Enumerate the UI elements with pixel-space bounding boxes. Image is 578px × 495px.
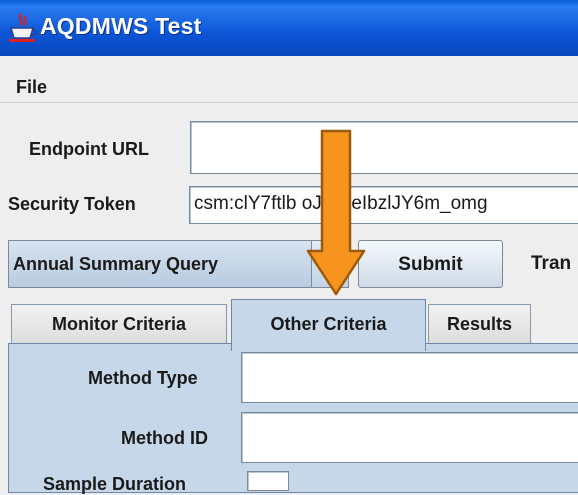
- tab-label: Results: [446, 314, 513, 334]
- method-type-field[interactable]: [241, 352, 578, 403]
- transfer-label: Tran: [531, 253, 572, 274]
- security-token-label: Security Token: [8, 194, 136, 214]
- submit-label: Submit: [398, 254, 463, 275]
- window-title: AQDMWS Test: [40, 13, 202, 39]
- endpoint-url-label: Endpoint URL: [29, 139, 149, 159]
- title-bar[interactable]: AQDMWS Test: [0, 0, 578, 56]
- tab-label: Monitor Criteria: [51, 314, 186, 334]
- tab-other-criteria[interactable]: Other Criteria: [231, 299, 426, 351]
- sample-duration-field[interactable]: [247, 471, 289, 491]
- tab-label: Other Criteria: [270, 314, 387, 334]
- menu-bar: [0, 56, 578, 103]
- java-cup-icon: [9, 13, 38, 42]
- dropdown-arrow-button[interactable]: [311, 241, 348, 287]
- method-id-field[interactable]: [241, 412, 578, 463]
- tab-results[interactable]: Results: [428, 304, 531, 344]
- endpoint-url-field[interactable]: [190, 121, 578, 174]
- query-type-value: Annual Summary Query: [13, 254, 219, 274]
- menu-file[interactable]: File: [16, 77, 47, 98]
- method-type-label: Method Type: [88, 368, 198, 388]
- chevron-down-icon: [323, 260, 337, 268]
- method-id-label: Method ID: [121, 428, 208, 448]
- security-token-value: csm:clY7ftlb oJR4IeIbzlJY6m_omg: [194, 193, 488, 214]
- query-type-dropdown[interactable]: Annual Summary Query: [8, 240, 349, 288]
- security-token-field[interactable]: csm:clY7ftlb oJR4IeIbzlJY6m_omg: [189, 186, 578, 224]
- tab-monitor-criteria[interactable]: Monitor Criteria: [11, 304, 227, 344]
- sample-duration-label: Sample Duration: [43, 474, 187, 494]
- submit-button[interactable]: Submit: [358, 240, 503, 288]
